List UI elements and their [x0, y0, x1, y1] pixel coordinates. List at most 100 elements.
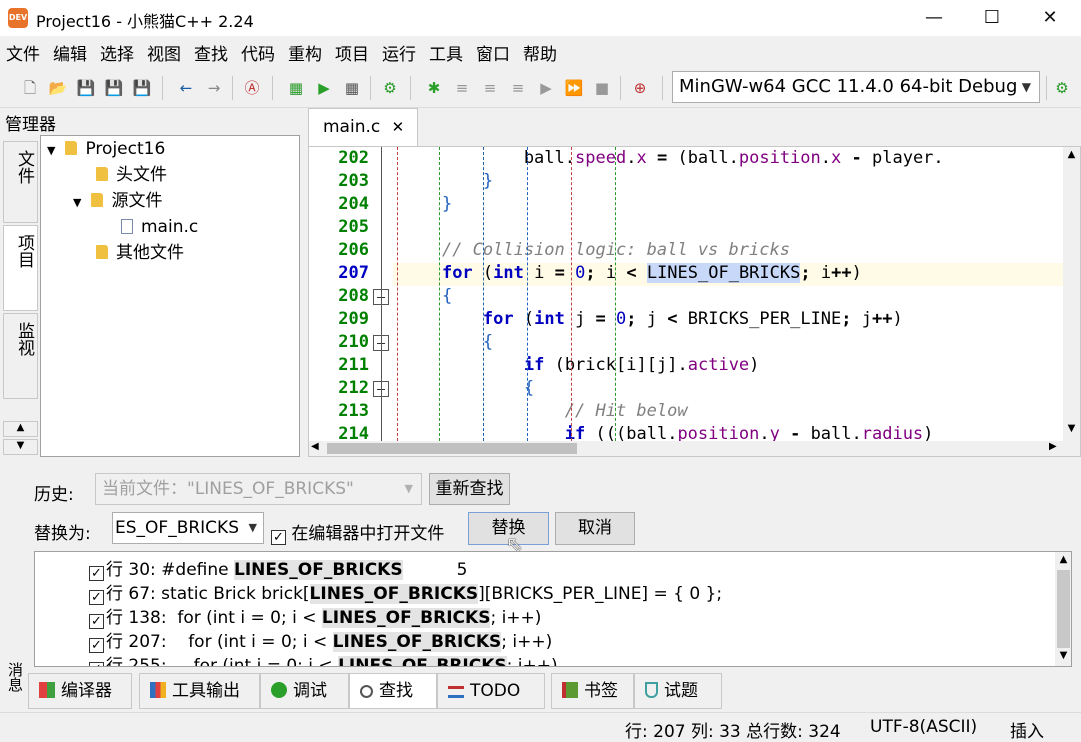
- tree-item-headers[interactable]: 头文件: [41, 162, 299, 188]
- horizontal-scrollbar[interactable]: ◀ ▶: [309, 441, 1080, 456]
- tab-find[interactable]: 查找: [349, 673, 437, 709]
- results-scrollbar[interactable]: ▲ ▼: [1055, 552, 1071, 666]
- tab-tool-output[interactable]: 工具输出: [139, 673, 260, 709]
- tab-files[interactable]: 文件: [3, 141, 38, 223]
- compiler-select[interactable]: MinGW-w64 GCC 11.4.0 64-bit Debug ▼: [672, 71, 1040, 103]
- window-title: Project16 - 小熊猫C++ 2.24: [36, 12, 254, 31]
- checkbox-checked-icon[interactable]: ✓: [271, 530, 286, 545]
- close-button[interactable]: ✕: [1021, 0, 1079, 36]
- code-line[interactable]: for (int j = 0; j < BRICKS_PER_LINE; j++…: [401, 309, 903, 329]
- cancel-button[interactable]: 取消: [555, 512, 635, 545]
- menu-find[interactable]: 查找: [194, 40, 228, 65]
- save-icon[interactable]: 💾: [76, 78, 96, 98]
- scroll-down-icon[interactable]: ▼: [1063, 423, 1080, 434]
- history-select[interactable]: 当前文件："LINES_OF_BRICKS" ▼: [95, 473, 422, 505]
- compile-run-icon[interactable]: ▦: [342, 78, 362, 98]
- compile-icon[interactable]: ▦: [286, 78, 306, 98]
- result-row[interactable]: ✓ 行 67: static Brick brick[LINES_OF_BRICK…: [89, 579, 722, 605]
- new-file-icon[interactable]: 🗋: [20, 78, 40, 98]
- result-row[interactable]: ✓行 255: for (int i = 0; i < LINES_OF_BRI…: [89, 651, 558, 666]
- research-button[interactable]: 重新查找: [429, 473, 510, 505]
- tab-scroll-up[interactable]: ▲: [3, 421, 38, 437]
- menu-file[interactable]: 文件: [6, 40, 40, 65]
- tab-watch[interactable]: 监视: [3, 313, 38, 399]
- stop-icon[interactable]: ■: [592, 78, 612, 98]
- step-over-icon[interactable]: ≡: [452, 78, 472, 98]
- format-icon[interactable]: Ⓐ: [242, 78, 262, 98]
- horizontal-scroll-thumb[interactable]: [327, 443, 577, 454]
- result-row[interactable]: ✓ 行 207: for (int i = 0; i < LINES_OF_BRI…: [89, 627, 552, 653]
- code-line[interactable]: {: [401, 332, 493, 352]
- continue-icon[interactable]: ⏩: [564, 78, 584, 98]
- step-into-icon[interactable]: ≡: [480, 78, 500, 98]
- code-line[interactable]: // Collision logic: ball vs bricks: [401, 240, 790, 260]
- code-line[interactable]: for (int i = 0; i < LINES_OF_BRICKS; i++…: [401, 263, 862, 283]
- chevron-down-icon[interactable]: ▼: [73, 196, 81, 209]
- forward-icon[interactable]: →: [204, 78, 224, 98]
- compiler-options-icon[interactable]: ⚙: [1052, 78, 1072, 98]
- open-in-editor-checkbox[interactable]: ✓ 在编辑器中打开文件: [271, 519, 444, 545]
- result-row[interactable]: ✓ 行 30: #define LINES_OF_BRICKS 5: [89, 555, 467, 581]
- messages-tab[interactable]: 消息: [0, 662, 26, 712]
- menu-run[interactable]: 运行: [382, 40, 416, 65]
- tab-compiler[interactable]: 编译器: [28, 673, 132, 709]
- replace-input[interactable]: ES_OF_BRICKS ▼: [112, 512, 264, 544]
- tab-debug[interactable]: 调试: [260, 673, 349, 709]
- tab-problems[interactable]: 试题: [634, 673, 722, 709]
- search-results[interactable]: ▲ ▼ ✓ 行 30: #define LINES_OF_BRICKS 5 ✓ 行 6…: [34, 551, 1072, 667]
- menu-code[interactable]: 代码: [241, 40, 275, 65]
- scroll-down-icon[interactable]: ▼: [1055, 650, 1071, 661]
- debug-icon[interactable]: ✱: [424, 78, 444, 98]
- vertical-scrollbar[interactable]: ▲ ▼: [1063, 147, 1080, 441]
- menu-select[interactable]: 选择: [100, 40, 134, 65]
- result-row[interactable]: ✓ 行 138: for (int i = 0; i < LINES_OF_BRI…: [89, 603, 541, 629]
- results-scroll-thumb[interactable]: [1057, 570, 1070, 648]
- code-line[interactable]: if (brick[i][j].active): [401, 355, 760, 375]
- save-as-icon[interactable]: 💾: [104, 78, 124, 98]
- scroll-left-icon[interactable]: ◀: [311, 441, 319, 452]
- tab-bookmarks[interactable]: 书签: [551, 673, 634, 709]
- tab-todo[interactable]: TODO: [437, 673, 545, 709]
- tree-item-others[interactable]: 其他文件: [41, 240, 299, 266]
- tree-item-project[interactable]: ▼ Project16: [41, 136, 299, 162]
- maximize-button[interactable]: ☐: [963, 0, 1021, 36]
- menu-view[interactable]: 视图: [147, 40, 181, 65]
- encoding-status[interactable]: UTF-8(ASCII): [870, 717, 977, 737]
- tree-item-sources[interactable]: ▼ 源文件: [41, 188, 299, 214]
- tab-scroll-down[interactable]: ▼: [3, 439, 38, 455]
- back-icon[interactable]: ←: [176, 78, 196, 98]
- run-icon[interactable]: ▶: [314, 78, 334, 98]
- menu-help[interactable]: 帮助: [523, 40, 557, 65]
- menu-project[interactable]: 项目: [335, 40, 369, 65]
- minimize-button[interactable]: —: [905, 0, 963, 36]
- code-line[interactable]: }: [401, 194, 452, 214]
- code-line[interactable]: {: [401, 286, 452, 306]
- code-line[interactable]: // Hit below: [401, 401, 688, 421]
- scroll-right-icon[interactable]: ▶: [1049, 441, 1057, 452]
- result-checkbox[interactable]: ✓: [89, 662, 104, 666]
- menu-refactor[interactable]: 重构: [288, 40, 322, 65]
- tree-item-main-c[interactable]: main.c: [41, 214, 299, 240]
- scroll-up-icon[interactable]: ▲: [1055, 554, 1071, 565]
- code-line[interactable]: {: [401, 378, 534, 398]
- tab-project[interactable]: 项目: [3, 225, 38, 311]
- step-out-icon[interactable]: ≡: [508, 78, 528, 98]
- scroll-up-icon[interactable]: ▲: [1063, 149, 1080, 160]
- toolbar-separator: [662, 76, 663, 100]
- menu-tools[interactable]: 工具: [429, 40, 463, 65]
- code-editor[interactable]: 202 203 204 205 206 207 208 209 210 211 212 213 214 …: [308, 146, 1081, 457]
- close-tab-icon[interactable]: ✕: [392, 118, 405, 136]
- chevron-down-icon[interactable]: ▼: [47, 144, 55, 157]
- open-folder-icon[interactable]: 📂: [48, 78, 68, 98]
- code-line[interactable]: }: [401, 171, 493, 191]
- rebuild-icon[interactable]: ⚙: [380, 78, 400, 98]
- result-prefix: 行 67: static Brick brick[: [106, 584, 310, 604]
- tab-label: 调试: [293, 681, 327, 701]
- save-all-icon[interactable]: 💾: [132, 78, 152, 98]
- add-watch-icon[interactable]: ⊕: [630, 78, 650, 98]
- code-area[interactable]: ball.speed.x = (ball.position.x - player…: [309, 147, 1063, 444]
- run-to-cursor-icon[interactable]: ▶: [536, 78, 556, 98]
- menu-window[interactable]: 窗口: [476, 40, 510, 65]
- editor-tab-main-c[interactable]: main.c ✕: [308, 108, 418, 146]
- menu-edit[interactable]: 编辑: [53, 40, 87, 65]
